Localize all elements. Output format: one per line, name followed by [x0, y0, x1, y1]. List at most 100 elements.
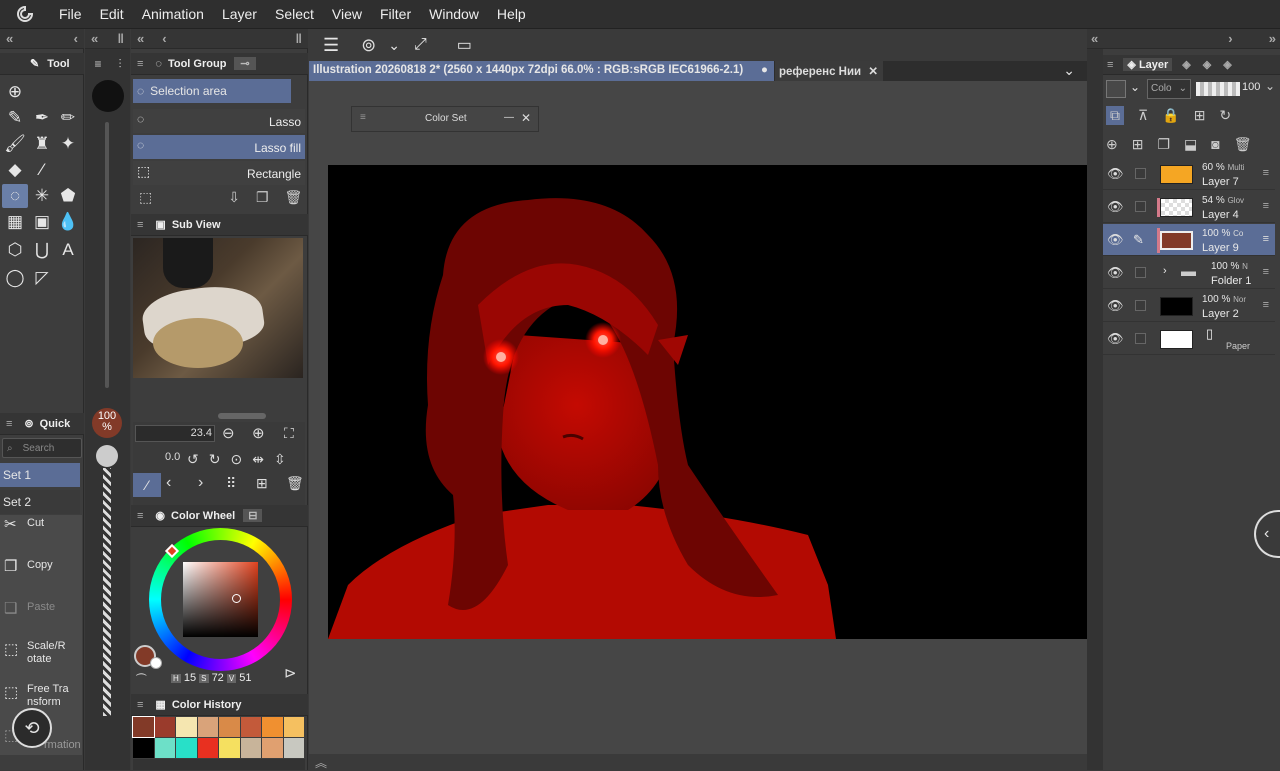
minimize-icon[interactable]: —	[504, 112, 514, 123]
flip-vertical-icon[interactable]: ⇳	[274, 451, 296, 467]
color-history-swatch[interactable]	[132, 716, 155, 738]
color-history-swatch[interactable]	[154, 717, 175, 737]
grip-vertical-icon[interactable]: ‖	[118, 31, 124, 46]
layer-select-checkbox[interactable]	[1135, 300, 1146, 311]
auto-select-tool-icon[interactable]: ✳	[29, 184, 55, 208]
transparent-color-icon[interactable]: ⏜	[136, 674, 147, 687]
cmd-paste[interactable]: ❑ Paste	[4, 599, 80, 617]
collapse-left-icon-4[interactable]: «	[1091, 31, 1098, 46]
correct-line-tool-icon[interactable]: ◸	[29, 266, 55, 290]
saturation-value-square[interactable]	[183, 562, 258, 637]
grip-icon-7[interactable]: ≡	[360, 112, 366, 123]
drag-handle-icon[interactable]: ≡	[1263, 233, 1269, 245]
decoration-tool-icon[interactable]: ✦	[55, 132, 81, 156]
lock-transparency-icon[interactable]: ⊞	[1194, 107, 1206, 124]
color-history-swatch[interactable]	[154, 738, 175, 758]
layer-row-2[interactable]: 👁 100 % Nor Layer 2 ≡	[1103, 290, 1275, 322]
blend-mode-select[interactable]: Colo ⌄	[1147, 79, 1191, 99]
grip-icon-5[interactable]: ≡	[137, 510, 143, 522]
eye-icon[interactable]: 👁	[1107, 265, 1124, 281]
layer-color-swatch[interactable]	[1106, 80, 1126, 98]
sub-color-swatch[interactable]	[150, 657, 162, 669]
menu-filter[interactable]: Filter	[371, 0, 420, 29]
grip-icon-8[interactable]: ≡	[1107, 59, 1113, 71]
color-history-swatch[interactable]	[240, 738, 261, 758]
chevron-left-icon[interactable]: ‹	[74, 31, 78, 46]
rotate-canvas-icon[interactable]: ⟲	[12, 708, 52, 748]
image-grid-icon[interactable]: ⠿	[226, 475, 236, 492]
pencil-tool-icon[interactable]: ✏	[55, 106, 81, 130]
menu-file[interactable]: File	[50, 0, 91, 29]
delete-layer-icon[interactable]: 🗑	[1234, 136, 1252, 153]
ruler-tool-icon[interactable]: ⋃	[29, 238, 55, 262]
brush-size-slider[interactable]	[105, 122, 109, 388]
selection-tool-icon[interactable]: ◌	[2, 184, 28, 208]
merge-layer-icon[interactable]: ⬓	[1184, 136, 1197, 153]
layer-opacity-slider[interactable]	[1196, 82, 1240, 96]
grip-icon-6[interactable]: ≡	[137, 699, 143, 711]
lock-icon[interactable]: 🔒	[1162, 107, 1179, 124]
color-picker-cursor[interactable]	[232, 594, 241, 603]
delete-image-icon[interactable]: 🗑	[286, 475, 304, 492]
opacity-slider-track[interactable]	[103, 468, 111, 716]
tablet-mode-icon[interactable]: ▭	[457, 35, 472, 55]
menu-select[interactable]: Select	[266, 0, 323, 29]
grip-icon-4[interactable]: ≡	[137, 219, 143, 231]
rotate-right-icon[interactable]: ↻	[209, 451, 231, 467]
cmd-cut[interactable]: ✂ Cut	[4, 515, 80, 533]
sub-view-scrollbar[interactable]	[218, 413, 266, 419]
grip-vertical-icon-2[interactable]: ‖	[296, 31, 302, 46]
trash-icon[interactable]: 🗑	[285, 189, 303, 206]
next-image-icon[interactable]: ›	[198, 474, 203, 492]
gradient-tool-icon[interactable]: ▣	[29, 210, 55, 234]
color-history-swatch[interactable]	[240, 717, 261, 737]
tool-property-tab-icon[interactable]: ⊸	[234, 57, 256, 70]
layer-select-checkbox[interactable]	[1135, 201, 1146, 212]
eye-icon[interactable]: 👁	[1107, 199, 1124, 215]
cmd-copy[interactable]: ❐ Copy	[4, 557, 80, 575]
reference-layer-icon[interactable]: ⊼	[1138, 107, 1148, 124]
brush-tool-icon[interactable]: 🖌	[2, 132, 28, 156]
prev-image-icon[interactable]: ‹	[166, 474, 171, 492]
import-icon[interactable]: ⇩	[228, 189, 240, 206]
figure-tool-icon[interactable]: ⬡	[2, 238, 28, 262]
quick-set-2[interactable]: Set 2	[0, 490, 80, 514]
rotate-left-icon[interactable]: ↺	[187, 451, 209, 467]
folder-expand-chevron-icon[interactable]: ›	[1163, 265, 1167, 277]
eyedropper-tool-icon[interactable]: ⁄	[29, 158, 55, 182]
layer-row-4[interactable]: 👁 54 % Glov Layer 4 ≡	[1103, 191, 1275, 223]
close-tab-icon[interactable]: ✕	[868, 66, 878, 78]
blend-tool-icon[interactable]: 💧	[55, 210, 81, 234]
cmd-scale-rotate[interactable]: ⬚ Scale/R otate	[4, 640, 80, 665]
opacity-slider-knob[interactable]	[96, 445, 118, 467]
layer-select-checkbox[interactable]	[1135, 168, 1146, 179]
menu-help[interactable]: Help	[488, 0, 535, 29]
drag-handle-icon[interactable]: ≡	[1263, 200, 1269, 212]
color-settings-icon[interactable]: ⊳	[284, 664, 297, 682]
eye-icon[interactable]: 👁	[1107, 298, 1124, 314]
menu-view[interactable]: View	[323, 0, 371, 29]
color-history-swatch[interactable]	[176, 717, 197, 737]
subtool-rectangle[interactable]: ⬚ Rectangle	[133, 161, 305, 185]
subtool-lasso[interactable]: ◌ Lasso	[133, 109, 305, 133]
add-image-icon[interactable]: ⊞	[256, 475, 268, 492]
move-tool-icon[interactable]: ⊕	[2, 80, 28, 104]
menu-edit[interactable]: Edit	[91, 0, 133, 29]
eye-icon[interactable]: 👁	[1107, 166, 1124, 182]
layer-row-paper[interactable]: 👁 ▯ Paper	[1103, 323, 1275, 355]
new-folder-icon[interactable]: ⊞	[1132, 136, 1144, 153]
menu-window[interactable]: Window	[420, 0, 488, 29]
reset-rotation-icon[interactable]: ⊙	[230, 451, 252, 467]
tool-group-selected[interactable]: ◌ Selection area	[133, 79, 291, 103]
color-history-swatch[interactable]	[262, 717, 283, 737]
quick-set-1[interactable]: Set 1	[0, 463, 80, 487]
balloon-tool-icon[interactable]: ◯	[2, 266, 28, 290]
mask-toggle-icon[interactable]: ↻	[1219, 107, 1231, 124]
color-history-swatch[interactable]	[197, 738, 218, 758]
layer-tab-4-icon[interactable]: ◈	[1223, 58, 1231, 71]
cmd-free-transform[interactable]: ⬚ Free Tra nsform	[4, 683, 80, 708]
menu-animation[interactable]: Animation	[133, 0, 213, 29]
chevron-right-icon[interactable]: ›	[1228, 31, 1232, 46]
eraser-pen-tool-icon[interactable]: ✎	[2, 106, 28, 130]
collapse-left-icon-2[interactable]: «	[91, 31, 98, 46]
